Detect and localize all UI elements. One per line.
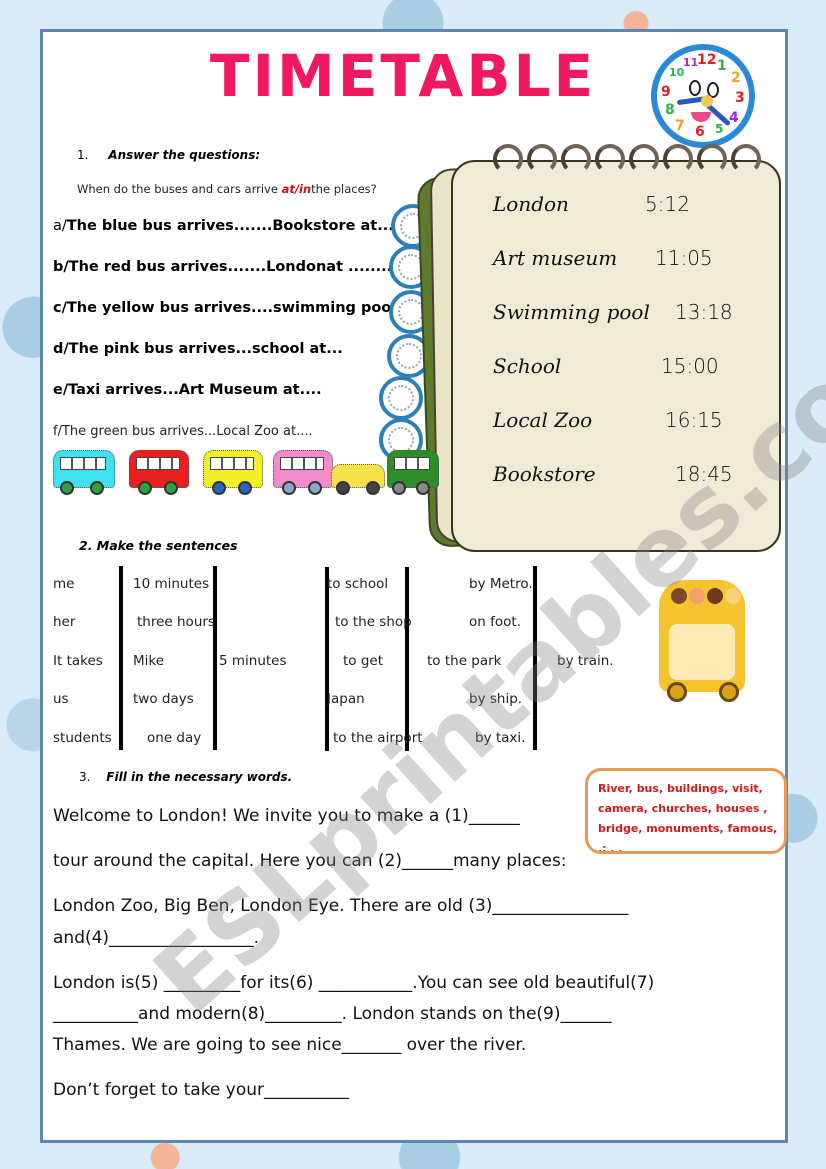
column-divider	[213, 566, 217, 750]
spiral-ring-icon	[663, 144, 693, 174]
taxi-icon	[331, 464, 385, 495]
timetable-place: Bookstore	[493, 462, 596, 486]
subtitle-text: the places?	[311, 182, 377, 196]
question-1-heading: 1. Answer the questions:	[77, 148, 260, 162]
question-line-b: b/The red bus arrives.......Londonat ...…	[53, 259, 398, 275]
question-1-subtitle: When do the buses and cars arrive at/int…	[77, 182, 377, 196]
line-prefix: a/	[53, 218, 67, 234]
blue-bus-icon	[53, 450, 115, 495]
sentence-cell: to get	[343, 653, 384, 669]
column-divider	[533, 566, 537, 750]
fill-in-line: __________and modern(8)_________. London…	[53, 1004, 612, 1024]
sentence-cell: by Metro.	[469, 576, 533, 592]
sentence-cell: two days	[133, 691, 194, 707]
timetable-row: Art museum 11:05	[493, 246, 713, 270]
yellow-bus-icon	[203, 450, 263, 495]
fill-in-line: Thames. We are going to see nice_______ …	[53, 1035, 527, 1055]
sentence-cell: by ship.	[469, 691, 523, 707]
timetable-time: 13:18	[675, 300, 733, 324]
question-line-e: e/Taxi arrives...Art Museum at....	[53, 382, 322, 398]
worksheet-page: TIMETABLE 12 11 10 9 8 7 6 5 4 3 2 1 1. …	[40, 29, 826, 1143]
timetable-time: 11:05	[655, 246, 713, 270]
word-bank-line: bridge, monuments, famous,	[598, 822, 778, 835]
timetable-row: Local Zoo 16:15	[493, 408, 723, 432]
timetable-place: Swimming pool	[493, 300, 650, 324]
column-divider	[405, 567, 409, 751]
sentence-cell: to the airport	[333, 730, 423, 746]
timetable-place: London	[493, 192, 569, 216]
fill-in-line: tour around the capital. Here you can (2…	[53, 851, 567, 871]
sentence-cell: three hours	[137, 614, 215, 630]
timetable-time: 5:12	[645, 192, 690, 216]
sentence-cell: to school	[327, 576, 389, 592]
word-bank-line: camera, churches, houses ,	[598, 802, 768, 815]
word-bank-line: River, bus, buildings, visit,	[598, 782, 763, 795]
timetable-row: Bookstore 18:45	[493, 462, 733, 486]
sentence-cell: 5 minutes	[219, 653, 287, 669]
green-bus-icon	[387, 450, 439, 495]
sentence-cell: one day	[147, 730, 202, 746]
sentence-cell: us	[53, 691, 69, 707]
timetable-place: Local Zoo	[493, 408, 593, 432]
sentence-cell: 10 minutes	[133, 576, 210, 592]
question-line-c: c/The yellow bus arrives....swimming poo…	[53, 300, 418, 316]
sentence-cell: to the park	[427, 653, 502, 669]
column-divider	[325, 567, 329, 751]
timetable-row: School 15:00	[493, 354, 719, 378]
fill-in-line: and(4)_________________.	[53, 928, 259, 948]
question-number: 3.	[79, 770, 91, 784]
timetable-time: 15:00	[661, 354, 719, 378]
column-divider	[119, 566, 123, 750]
question-2-heading: 2. Make the sentences	[79, 538, 238, 553]
timetable-notebook: London 5:12 Art museum 11:05 Swimming pool…	[416, 138, 783, 558]
question-line-f: f/The green bus arrives...Local Zoo at..…	[53, 424, 313, 439]
timetable-place: Art museum	[493, 246, 618, 270]
red-bus-icon	[129, 450, 189, 495]
sentence-cell: me	[53, 576, 75, 592]
question-label: Fill in the necessary words.	[106, 770, 293, 784]
fill-in-line: Welcome to London! We invite you to make…	[53, 806, 520, 826]
sentence-cell: by taxi.	[475, 730, 526, 746]
line-text: The blue bus arrives.......Bookstore at.…	[66, 218, 443, 234]
timetable-place: School	[493, 354, 562, 378]
fill-in-line: London Zoo, Big Ben, London Eye. There a…	[53, 896, 629, 916]
sentence-cell: students	[53, 730, 112, 746]
sentence-cell: by train.	[557, 653, 614, 669]
vehicles-row	[49, 450, 439, 500]
spiral-ring-icon	[697, 144, 727, 174]
timetable-time: 18:45	[675, 462, 733, 486]
spiral-ring-icon	[629, 144, 659, 174]
sentence-cell: Mike	[133, 653, 165, 669]
sentence-cell: to the shop	[335, 614, 412, 630]
sentence-cell: on foot.	[469, 614, 521, 630]
worksheet-title: TIMETABLE	[209, 42, 597, 110]
smiling-clock-icon: 12 11 10 9 8 7 6 5 4 3 2 1	[651, 44, 755, 148]
timetable-row: Swimming pool 13:18	[493, 300, 733, 324]
word-bank: River, bus, buildings, visit, camera, ch…	[585, 768, 787, 854]
word-bank-line: .: . .	[598, 842, 623, 854]
subtitle-accent: at/in	[281, 182, 312, 196]
sentence-cell: Japan	[327, 691, 365, 707]
spiral-ring-icon	[561, 144, 591, 174]
question-label: Answer the questions:	[108, 148, 261, 162]
sentence-cell: her	[53, 614, 76, 630]
timetable-page: London 5:12 Art museum 11:05 Swimming pool…	[451, 160, 781, 552]
question-number: 1.	[77, 148, 89, 162]
fill-in-line: Don’t forget to take your__________	[53, 1080, 350, 1100]
question-3-heading: 3. Fill in the necessary words.	[79, 770, 292, 784]
blank-clock-icon	[379, 376, 423, 420]
subtitle-text: When do the buses and cars arrive	[77, 182, 282, 196]
timetable-row: London 5:12	[493, 192, 690, 216]
fill-in-line: London is(5) _________for its(6) _______…	[53, 973, 655, 993]
question-line-a: a/The blue bus arrives.......Bookstore a…	[53, 218, 443, 234]
school-bus-image	[655, 572, 747, 702]
spiral-ring-icon	[595, 144, 625, 174]
spiral-ring-icon	[731, 144, 761, 174]
spiral-ring-icon	[527, 144, 557, 174]
spiral-ring-icon	[493, 144, 523, 174]
pink-bus-icon	[273, 450, 333, 495]
timetable-time: 16:15	[665, 408, 723, 432]
question-line-d: d/The pink bus arrives...school at...	[53, 341, 343, 357]
sentence-cell: It takes	[53, 653, 103, 669]
